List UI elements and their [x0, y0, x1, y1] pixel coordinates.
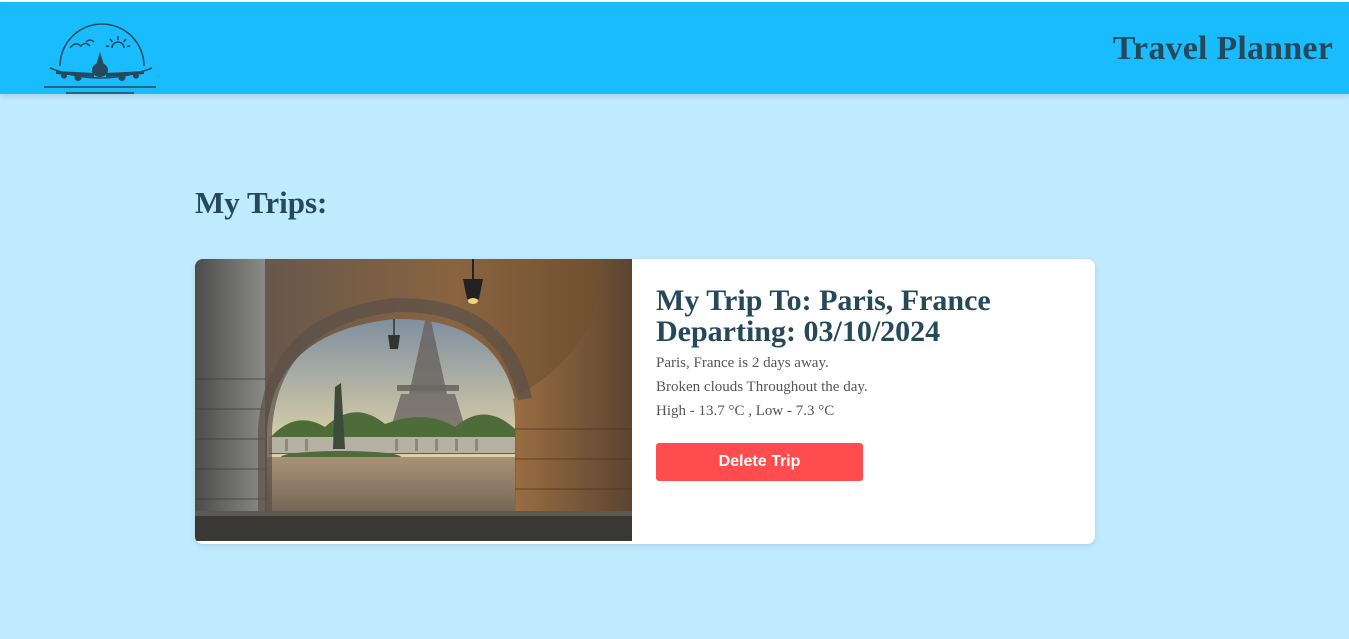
trip-summary: Paris, France is 2 days away. Broken clo…: [656, 351, 1076, 423]
trip-temperature: High - 13.7 °C , Low - 7.3 °C: [656, 403, 835, 419]
site-title: Travel Planner: [1112, 30, 1333, 67]
my-trips-heading: My Trips:: [195, 185, 328, 220]
trip-details: My Trip To: Paris, France Departing: 03/…: [656, 285, 1076, 423]
trip-card: My Trip To: Paris, France Departing: 03/…: [195, 259, 1095, 544]
trip-weather: Broken clouds Throughout the day.: [656, 379, 868, 395]
delete-trip-button[interactable]: Delete Trip: [656, 443, 863, 481]
eiffel-tower-photo-icon: [195, 259, 632, 541]
trip-countdown: Paris, France is 2 days away.: [656, 355, 829, 371]
site-header: Travel Planner: [0, 2, 1349, 94]
airplane-logo-icon[interactable]: [42, 18, 160, 96]
trip-departing-heading: Departing: 03/10/2024: [656, 315, 941, 348]
trip-destination-heading: My Trip To: Paris, France: [656, 284, 991, 317]
